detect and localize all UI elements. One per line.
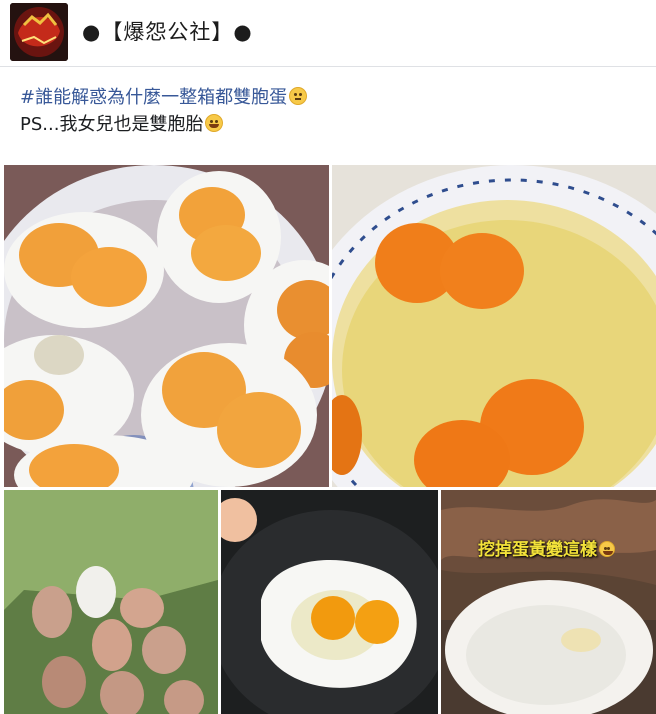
grinning-squinting-face-emoji-icon bbox=[205, 114, 224, 132]
post-header: ●【爆怨公社】● bbox=[0, 0, 656, 66]
hashtag-link[interactable]: #誰能解惑為什麼一整箱都雙胞蛋 bbox=[20, 87, 287, 108]
page-avatar[interactable] bbox=[10, 3, 68, 61]
photo-caption-text: 挖掉蛋黃變這樣 bbox=[478, 540, 597, 560]
raw-double-yolk-eggs-bowl-photo[interactable] bbox=[332, 165, 656, 487]
post-line-2: PS...我女兒也是雙胞胎 bbox=[20, 111, 307, 138]
header-divider bbox=[0, 66, 656, 67]
post-text: #誰能解惑為什麼一整箱都雙胞蛋 PS...我女兒也是雙胞胎 bbox=[20, 84, 308, 138]
grinning-face-emoji-icon bbox=[599, 541, 615, 557]
post-line-2-text: PS...我女兒也是雙胞胎 bbox=[20, 114, 204, 135]
page-name[interactable]: ●【爆怨公社】● bbox=[82, 16, 253, 46]
avatar-logo-image bbox=[10, 3, 68, 61]
hollowed-egg-photo[interactable] bbox=[441, 490, 656, 714]
post-line-1: #誰能解惑為什麼一整箱都雙胞蛋 bbox=[20, 84, 308, 111]
thinking-face-emoji-icon bbox=[289, 87, 308, 105]
fried-double-yolk-egg-photo[interactable] bbox=[221, 490, 438, 714]
boiled-double-yolk-eggs-photo[interactable] bbox=[4, 165, 329, 487]
egg-box-photo[interactable] bbox=[4, 490, 218, 714]
photo-caption: 挖掉蛋黃變這樣 bbox=[478, 535, 615, 560]
